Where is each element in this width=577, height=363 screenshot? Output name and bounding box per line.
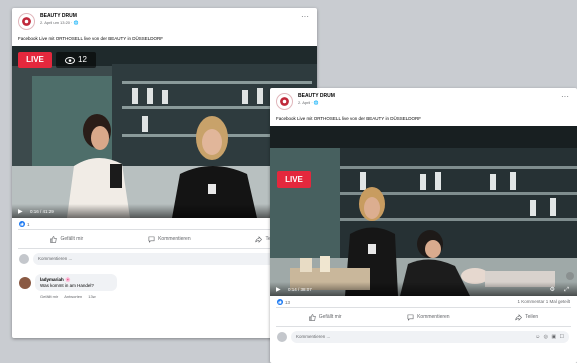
fullscreen-icon[interactable]: ⤢ bbox=[564, 287, 569, 293]
page-name[interactable]: BEAUTY DRUM bbox=[298, 93, 335, 99]
video-controls: ▶ 0:14 / 38:07 ⚙ ⤢ bbox=[270, 282, 577, 296]
page-avatar[interactable] bbox=[276, 93, 293, 110]
share-button[interactable]: Teilen bbox=[515, 313, 539, 321]
post-timestamp[interactable]: 2. April · 🌐 bbox=[298, 100, 319, 105]
video-time: 0:16 / 41:29 bbox=[30, 209, 54, 214]
beauty-drum-logo-icon bbox=[280, 97, 289, 106]
more-options-icon[interactable]: ··· bbox=[561, 93, 569, 101]
commenter-avatar[interactable] bbox=[19, 277, 31, 289]
comment-text: Was kommt in am Handel? bbox=[40, 283, 94, 288]
comment-tools-icons[interactable]: ☺ ◎ ▣ ☐ bbox=[535, 331, 565, 343]
comment-button[interactable]: Kommentieren bbox=[148, 236, 191, 243]
like-count[interactable]: 1 bbox=[19, 221, 30, 227]
post-timestamp[interactable]: 2. April um 13:20 · 🌐 bbox=[40, 20, 79, 25]
post-caption: Facebook Live mit ORTHOSELL live von der… bbox=[18, 36, 163, 41]
comment-bubble: ladymariah 🌸 Was kommt in am Handel? bbox=[35, 274, 117, 291]
shares-count[interactable]: 1 Mal geteilt bbox=[546, 299, 570, 304]
thumbs-up-icon bbox=[50, 235, 58, 243]
page-avatar[interactable] bbox=[18, 13, 35, 30]
like-count[interactable]: 13 bbox=[277, 299, 290, 305]
post-header: BEAUTY DRUM 2. April · 🌐 ··· bbox=[270, 88, 577, 114]
video-frame-image bbox=[270, 126, 577, 296]
speech-bubble-icon bbox=[407, 314, 414, 321]
comment-button-label: Kommentieren bbox=[158, 236, 191, 242]
comment-input-placeholder: Kommentieren ... bbox=[38, 256, 73, 261]
more-options-icon[interactable]: ··· bbox=[301, 13, 309, 21]
post-header: BEAUTY DRUM 2. April um 13:20 · 🌐 ··· bbox=[12, 8, 317, 34]
live-badge: LIVE bbox=[277, 171, 311, 188]
comment-input-placeholder: Kommentieren ... bbox=[296, 334, 331, 339]
comment-links: Gefällt mir Antworten 13w bbox=[40, 294, 96, 299]
comment-button-label: Kommentieren bbox=[417, 314, 450, 320]
post-actions: Gefällt mir Kommentieren Teilen bbox=[18, 229, 311, 249]
live-video-player[interactable]: LIVE ▶ 0:14 / 38:07 ⚙ ⤢ bbox=[270, 126, 577, 296]
video-time: 0:14 / 38:07 bbox=[288, 287, 312, 292]
post-actions: Gefällt mir Kommentieren Teilen bbox=[276, 307, 571, 327]
comment-like-link[interactable]: Gefällt mir bbox=[40, 294, 58, 299]
comment-input[interactable]: Kommentieren ... ☺ ◎ ▣ ☐ bbox=[291, 331, 569, 343]
play-icon[interactable]: ▶ bbox=[276, 287, 281, 293]
current-user-avatar bbox=[19, 254, 29, 264]
like-reaction-icon bbox=[277, 299, 283, 305]
comment-input[interactable]: Kommentieren ... ☺ ◎ ▣ ☐ bbox=[33, 253, 309, 265]
like-button-label: Gefällt mir bbox=[318, 314, 342, 320]
current-user-avatar bbox=[277, 332, 287, 342]
like-button[interactable]: Gefällt mir bbox=[308, 313, 342, 321]
share-arrow-icon bbox=[515, 313, 523, 321]
settings-gear-icon[interactable]: ⚙ bbox=[550, 287, 555, 293]
beauty-drum-logo-icon bbox=[22, 17, 31, 26]
like-count-number: 13 bbox=[285, 299, 291, 305]
thumbs-up-icon bbox=[308, 313, 316, 321]
page-name[interactable]: BEAUTY DRUM bbox=[40, 13, 77, 19]
share-button-label: Teilen bbox=[525, 314, 539, 320]
speech-bubble-icon bbox=[148, 236, 155, 243]
play-icon[interactable]: ▶ bbox=[18, 209, 23, 215]
viewer-count-badge: 12 bbox=[56, 52, 96, 68]
comment-age: 13w bbox=[88, 294, 96, 299]
viewer-count: 12 bbox=[78, 55, 87, 64]
like-reaction-icon bbox=[19, 221, 25, 227]
comments-count[interactable]: 1 Kommentar bbox=[517, 299, 544, 304]
share-arrow-icon bbox=[255, 235, 263, 243]
live-badge: LIVE bbox=[18, 52, 52, 68]
reactions-bar: 13 1 Kommentar 1 Mal geteilt bbox=[270, 296, 577, 307]
post-caption: Facebook Live mit ORTHOSELL live von der… bbox=[276, 116, 421, 121]
comments-shares-count: 1 Kommentar 1 Mal geteilt bbox=[517, 299, 570, 304]
like-button[interactable]: Gefällt mir bbox=[50, 235, 84, 243]
eye-icon bbox=[65, 56, 76, 64]
like-count-number: 1 bbox=[27, 221, 30, 227]
comment-button[interactable]: Kommentieren bbox=[407, 314, 450, 321]
comment-reply-link[interactable]: Antworten bbox=[64, 294, 82, 299]
facebook-post-2: BEAUTY DRUM 2. April · 🌐 ··· Facebook Li… bbox=[270, 88, 577, 363]
write-comment-row: Kommentieren ... ☺ ◎ ▣ ☐ bbox=[270, 327, 577, 347]
like-button-label: Gefällt mir bbox=[60, 236, 84, 242]
